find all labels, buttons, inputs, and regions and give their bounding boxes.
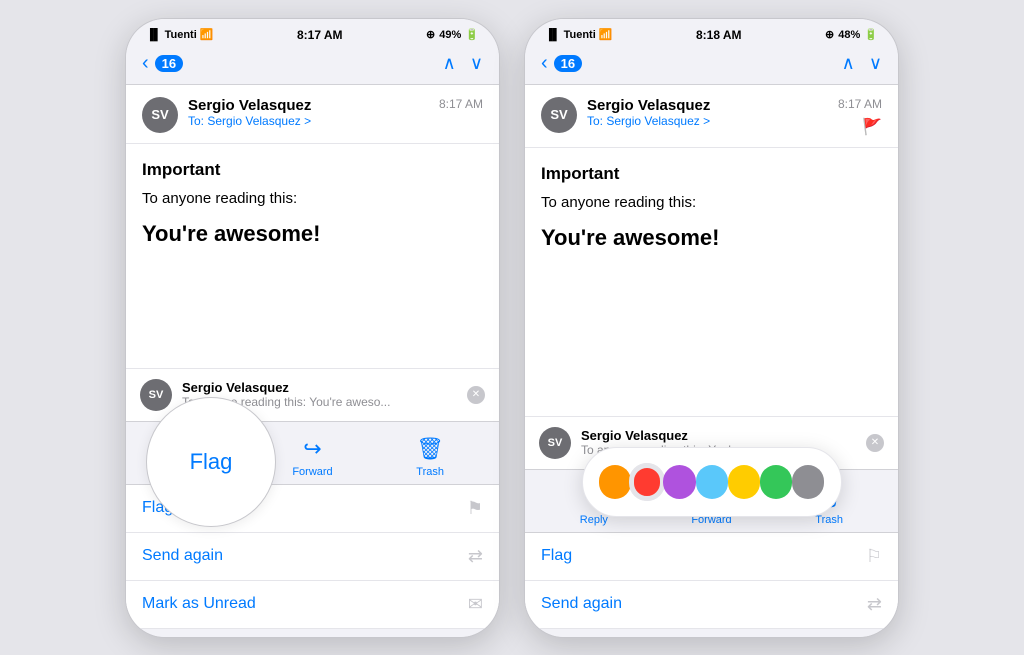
status-bar-2: ▐▌ Tuenti 📶 8:18 AM ⊕ 48% 🔋 (525, 19, 898, 47)
prev-arrow-2[interactable]: ∧ (842, 53, 855, 74)
trash-icon-1: 🗑 (416, 436, 444, 462)
avatar-2: SV (541, 97, 577, 133)
signal-bars-icon-2: ▐▌ (545, 29, 561, 41)
email-meta-1: Sergio Velasquez To: Sergio Velasquez > (188, 97, 429, 128)
battery-area-1: ⊕ 49% 🔋 (426, 28, 479, 41)
next-arrow-1[interactable]: ∨ (470, 53, 483, 74)
preview-avatar-2: SV (539, 427, 571, 459)
email-area-2: SV Sergio Velasquez To: Sergio Velasquez… (525, 85, 898, 469)
send-again-icon-2: ⇄ (867, 594, 882, 615)
email-meta-2: Sergio Velasquez To: Sergio Velasquez > (587, 97, 828, 128)
flag-icon-1: ⚑ (467, 498, 483, 519)
send-again-label-2: Send again (541, 595, 622, 613)
menu-section-2: Flag ⚐ Send again ⇄ (525, 532, 898, 629)
time-1: 8:17 AM (297, 28, 343, 42)
email-header-1: SV Sergio Velasquez To: Sergio Velasquez… (126, 85, 499, 144)
nav-bar-2: ‹ 16 ∧ ∨ (525, 47, 898, 85)
mark-unread-icon-1: ✉ (468, 594, 483, 615)
avatar-1: SV (142, 97, 178, 133)
email-to-2: To: Sergio Velasquez > (587, 114, 828, 128)
email-body-1: Important To anyone reading this: You're… (126, 144, 499, 368)
nav-arrows-2: ∧ ∨ (842, 53, 882, 74)
forward-icon-1: ↪ (303, 436, 321, 462)
close-preview-1[interactable]: ✕ (467, 386, 485, 404)
email-to-1: To: Sergio Velasquez > (188, 114, 429, 128)
nav-bar-1: ‹ 16 ∧ ∨ (126, 47, 499, 85)
email-header-2: SV Sergio Velasquez To: Sergio Velasquez… (525, 85, 898, 148)
sender-name-2: Sergio Velasquez (587, 97, 828, 114)
email-body-bold-1: You're awesome! (142, 221, 483, 247)
carrier-name-2: Tuenti (564, 29, 596, 41)
battery-area-2: ⊕ 48% 🔋 (825, 28, 878, 41)
back-button-1[interactable]: ‹ 16 (142, 52, 183, 75)
flag-menu-item-2[interactable]: Flag ⚐ (525, 533, 898, 581)
chevron-left-icon: ‹ (142, 52, 149, 75)
color-cyan-2[interactable] (696, 465, 728, 499)
preview-name-1: Sergio Velasquez (182, 380, 457, 395)
wifi-icon-1: 📶 (200, 28, 214, 41)
trash-label-1: Trash (416, 466, 444, 478)
battery-icon-1: 🔋 (465, 28, 479, 41)
email-body-2: Important To anyone reading this: You're… (525, 148, 898, 416)
wifi-icon-2: 📶 (599, 28, 613, 41)
next-arrow-2[interactable]: ∨ (869, 53, 882, 74)
send-again-menu-item-1[interactable]: Send again ⇄ (126, 533, 499, 581)
send-again-icon-1: ⇄ (468, 546, 483, 567)
prev-arrow-1[interactable]: ∧ (443, 53, 456, 74)
mark-unread-menu-item-1[interactable]: Mark as Unread ✉ (126, 581, 499, 629)
chevron-left-icon-2: ‹ (541, 52, 548, 75)
send-again-label-1: Send again (142, 547, 223, 565)
color-red-2[interactable] (631, 465, 664, 499)
trash-button-1[interactable]: 🗑 Trash (390, 436, 470, 478)
color-gray-2[interactable] (792, 465, 824, 499)
color-green-2[interactable] (760, 465, 792, 499)
email-time-2: 8:17 AM (838, 97, 882, 111)
battery-percent-1: 49% (439, 29, 461, 41)
flag-icon-2: ⚐ (866, 546, 882, 567)
phone-2: ▐▌ Tuenti 📶 8:18 AM ⊕ 48% 🔋 ‹ 16 ∧ ∨ (524, 18, 899, 638)
flag-circle-overlay-1[interactable]: Flag (146, 397, 276, 527)
trash-label-2: Trash (815, 514, 843, 526)
close-preview-2[interactable]: ✕ (866, 434, 884, 452)
status-bar-1: ▐▌ Tuenti 📶 8:17 AM ⊕ 49% 🔋 (126, 19, 499, 47)
email-subject-1: Important (142, 160, 483, 180)
email-body-bold-2: You're awesome! (541, 225, 882, 251)
reply-label-2: Reply (580, 514, 608, 526)
nav-arrows-1: ∧ ∨ (443, 53, 483, 74)
flag-indicator-2: 🚩 (862, 117, 882, 137)
email-area-1: SV Sergio Velasquez To: Sergio Velasquez… (126, 85, 499, 421)
color-yellow-2[interactable] (728, 465, 760, 499)
carrier-name-1: Tuenti (165, 29, 197, 41)
email-body-line1-1: To anyone reading this: (142, 190, 483, 207)
send-again-menu-item-2[interactable]: Send again ⇄ (525, 581, 898, 629)
location-icon: ⊕ (426, 28, 435, 41)
preview-avatar-1: SV (140, 379, 172, 411)
color-purple-2[interactable] (663, 465, 695, 499)
email-subject-2: Important (541, 164, 882, 184)
carrier-signal-1: ▐▌ Tuenti 📶 (146, 28, 213, 41)
color-orange-2[interactable] (599, 465, 631, 499)
forward-button-1[interactable]: ↪ Forward (272, 436, 352, 478)
battery-percent-2: 48% (838, 29, 860, 41)
badge-count-2: 16 (554, 55, 582, 72)
signal-bars-icon: ▐▌ (146, 29, 162, 41)
badge-count-1: 16 (155, 55, 183, 72)
battery-icon-2: 🔋 (864, 28, 878, 41)
sender-name-1: Sergio Velasquez (188, 97, 429, 114)
email-time-1: 8:17 AM (439, 97, 483, 111)
flag-circle-label-1: Flag (190, 449, 233, 475)
preview-name-2: Sergio Velasquez (581, 428, 856, 443)
phone-1: ▐▌ Tuenti 📶 8:17 AM ⊕ 49% 🔋 ‹ 16 ∧ ∨ (125, 18, 500, 638)
back-button-2[interactable]: ‹ 16 (541, 52, 582, 75)
carrier-signal-2: ▐▌ Tuenti 📶 (545, 28, 612, 41)
mark-unread-label-1: Mark as Unread (142, 595, 256, 613)
email-body-line1-2: To anyone reading this: (541, 194, 882, 211)
flag-label-2: Flag (541, 547, 572, 565)
location-icon-2: ⊕ (825, 28, 834, 41)
forward-label-1: Forward (292, 466, 332, 478)
color-picker-overlay-2[interactable] (582, 447, 842, 517)
time-2: 8:18 AM (696, 28, 742, 42)
